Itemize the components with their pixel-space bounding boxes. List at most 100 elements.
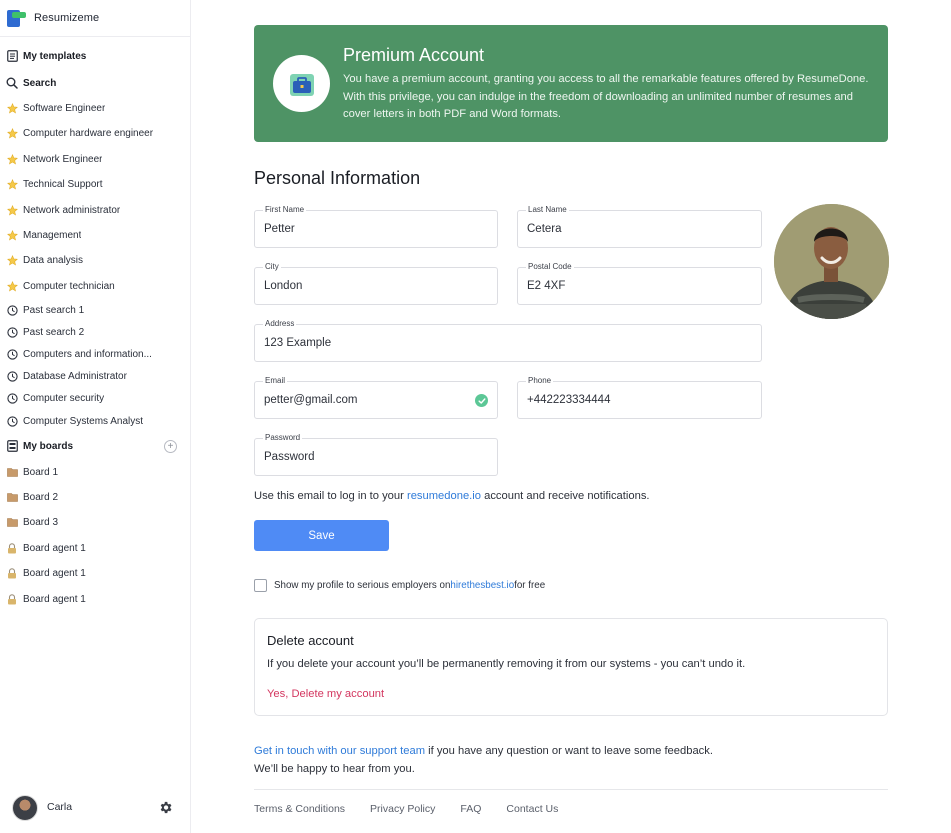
banner-description: You have a premium account, granting you… bbox=[343, 73, 869, 120]
footer-links: Terms & Conditions Privacy Policy FAQ Co… bbox=[254, 803, 583, 815]
sidebar-item-label: Computer hardware engineer bbox=[23, 127, 154, 139]
support-link[interactable]: Get in touch with our support team bbox=[254, 745, 425, 757]
sidebar-item-label: Computer security bbox=[23, 392, 105, 404]
sidebar-item-my-boards[interactable]: My boards bbox=[6, 437, 73, 455]
sidebar-item-history[interactable]: Computers and information... bbox=[6, 345, 152, 363]
sidebar-item-label: Software Engineer bbox=[23, 102, 106, 114]
sidebar-item-label: Data analysis bbox=[23, 254, 84, 266]
support-text-line2: We’ll be happy to hear from you. bbox=[254, 763, 415, 775]
sidebar-item-history[interactable]: Past search 2 bbox=[6, 323, 84, 341]
sidebar-item-label: Board agent 1 bbox=[23, 567, 86, 579]
sidebar-item-starred[interactable]: Software Engineer bbox=[6, 99, 105, 117]
sidebar-item-search[interactable]: Search bbox=[6, 74, 56, 92]
sidebar-item-history[interactable]: Computer Systems Analyst bbox=[6, 412, 143, 430]
sidebar-item-label: Technical Support bbox=[23, 178, 103, 190]
sidebar-item-label: My templates bbox=[23, 50, 87, 62]
banner-title: Premium Account bbox=[343, 45, 485, 65]
first-name-field[interactable]: First Name Petter bbox=[254, 204, 498, 248]
hirethesbest-link[interactable]: hirethesbest.io bbox=[450, 580, 514, 591]
avatar[interactable] bbox=[12, 795, 38, 821]
sidebar-item-starred[interactable]: Computer technician bbox=[6, 277, 115, 295]
sidebar-item-history[interactable]: Past search 1 bbox=[6, 301, 84, 319]
address-field[interactable]: Address 123 Example bbox=[254, 318, 762, 362]
resumedone-link[interactable]: resumedone.io bbox=[407, 490, 481, 502]
sidebar-item-starred[interactable]: Technical Support bbox=[6, 175, 103, 193]
sidebar-item-agent[interactable]: Board agent 1 bbox=[6, 564, 86, 582]
star-icon bbox=[6, 178, 18, 190]
phone-field[interactable]: Phone +442223334444 bbox=[517, 375, 762, 419]
check-circle-icon bbox=[475, 394, 488, 407]
sidebar-item-starred[interactable]: Management bbox=[6, 226, 81, 244]
sidebar-item-label: Network administrator bbox=[23, 204, 121, 216]
sidebar-item-label: Board agent 1 bbox=[23, 593, 86, 605]
sidebar-item-agent[interactable]: Board agent 1 bbox=[6, 590, 86, 608]
clock-icon bbox=[6, 348, 18, 360]
sidebar-item-label: My boards bbox=[23, 440, 74, 452]
field-placeholder[interactable]: Password bbox=[264, 451, 315, 463]
sidebar-item-label: Board 1 bbox=[23, 466, 59, 478]
field-value[interactable]: Cetera bbox=[527, 223, 562, 235]
delete-title: Delete account bbox=[267, 633, 354, 648]
profile-photo[interactable] bbox=[774, 204, 889, 319]
password-field[interactable]: Password Password bbox=[254, 432, 498, 476]
lock-icon bbox=[6, 593, 18, 605]
sidebar-item-label: Computer Systems Analyst bbox=[23, 415, 144, 427]
last-name-field[interactable]: Last Name Cetera bbox=[517, 204, 762, 248]
user-profile[interactable]: Carla bbox=[12, 795, 182, 821]
sidebar-item-label: Board 3 bbox=[23, 516, 59, 528]
field-value[interactable]: petter@gmail.com bbox=[264, 394, 357, 406]
user-name: Carla bbox=[47, 801, 73, 813]
field-value[interactable]: +442223334444 bbox=[527, 394, 610, 406]
brand-name: Resumizeme bbox=[34, 12, 100, 24]
footer-link-contact[interactable]: Contact Us bbox=[506, 803, 558, 815]
brand[interactable]: Resumizeme bbox=[7, 8, 99, 28]
sidebar-item-label: Computers and information... bbox=[23, 348, 152, 360]
sidebar-item-starred[interactable]: Data analysis bbox=[6, 251, 83, 269]
sidebar-item-label: Search bbox=[23, 77, 57, 89]
support-text-line1: if you have any question or want to leav… bbox=[425, 745, 713, 757]
premium-banner: Premium Account You have a premium accou… bbox=[254, 25, 888, 142]
folder-icon bbox=[6, 466, 18, 478]
footer-link-terms[interactable]: Terms & Conditions bbox=[254, 803, 345, 815]
city-field[interactable]: City London bbox=[254, 261, 498, 305]
field-value[interactable]: E2 4XF bbox=[527, 280, 565, 292]
add-board-button[interactable]: + bbox=[164, 440, 177, 453]
sidebar-item-label: Board 2 bbox=[23, 491, 59, 503]
sidebar-item-history[interactable]: Database Administrator bbox=[6, 367, 127, 385]
consent-text: for free bbox=[514, 579, 546, 591]
sidebar-item-board[interactable]: Board 1 bbox=[6, 463, 58, 481]
field-label: Email bbox=[263, 375, 288, 387]
footer-link-privacy[interactable]: Privacy Policy bbox=[370, 803, 435, 815]
sidebar-item-label: Past search 2 bbox=[23, 326, 85, 338]
lock-icon bbox=[6, 567, 18, 579]
save-button[interactable]: Save bbox=[254, 520, 389, 551]
consent-row[interactable]: Show my profile to serious employers on … bbox=[254, 578, 545, 592]
support-text: Get in touch with our support team if yo… bbox=[254, 742, 713, 778]
hint-text: Use this email to log in to your bbox=[254, 490, 407, 502]
star-icon bbox=[6, 254, 18, 266]
sidebar-item-starred[interactable]: Network administrator bbox=[6, 201, 120, 219]
delete-account-link[interactable]: Yes, Delete my account bbox=[267, 688, 384, 700]
document-icon bbox=[6, 50, 18, 62]
sidebar-item-label: Database Administrator bbox=[23, 370, 127, 382]
sidebar-item-label: Past search 1 bbox=[23, 304, 85, 316]
boards-icon bbox=[6, 440, 18, 452]
field-value[interactable]: Petter bbox=[264, 223, 295, 235]
gear-icon[interactable] bbox=[158, 800, 174, 816]
footer-link-faq[interactable]: FAQ bbox=[460, 803, 481, 815]
field-value[interactable]: London bbox=[264, 280, 302, 292]
field-label: First Name bbox=[263, 204, 307, 216]
folder-icon bbox=[6, 491, 18, 503]
sidebar-item-starred[interactable]: Network Engineer bbox=[6, 150, 102, 168]
sidebar-item-agent[interactable]: Board agent 1 bbox=[6, 539, 86, 557]
sidebar-item-my-templates[interactable]: My templates bbox=[6, 47, 86, 65]
postal-code-field[interactable]: Postal Code E2 4XF bbox=[517, 261, 762, 305]
hint-text: account and receive notifications. bbox=[480, 490, 650, 502]
field-value[interactable]: 123 Example bbox=[264, 337, 331, 349]
consent-checkbox[interactable] bbox=[254, 578, 267, 592]
sidebar-item-board[interactable]: Board 2 bbox=[6, 488, 58, 506]
sidebar-item-history[interactable]: Computer security bbox=[6, 389, 104, 407]
email-field[interactable]: Email petter@gmail.com bbox=[254, 375, 498, 419]
sidebar-item-board[interactable]: Board 3 bbox=[6, 513, 58, 531]
sidebar-item-starred[interactable]: Computer hardware engineer bbox=[6, 124, 153, 142]
